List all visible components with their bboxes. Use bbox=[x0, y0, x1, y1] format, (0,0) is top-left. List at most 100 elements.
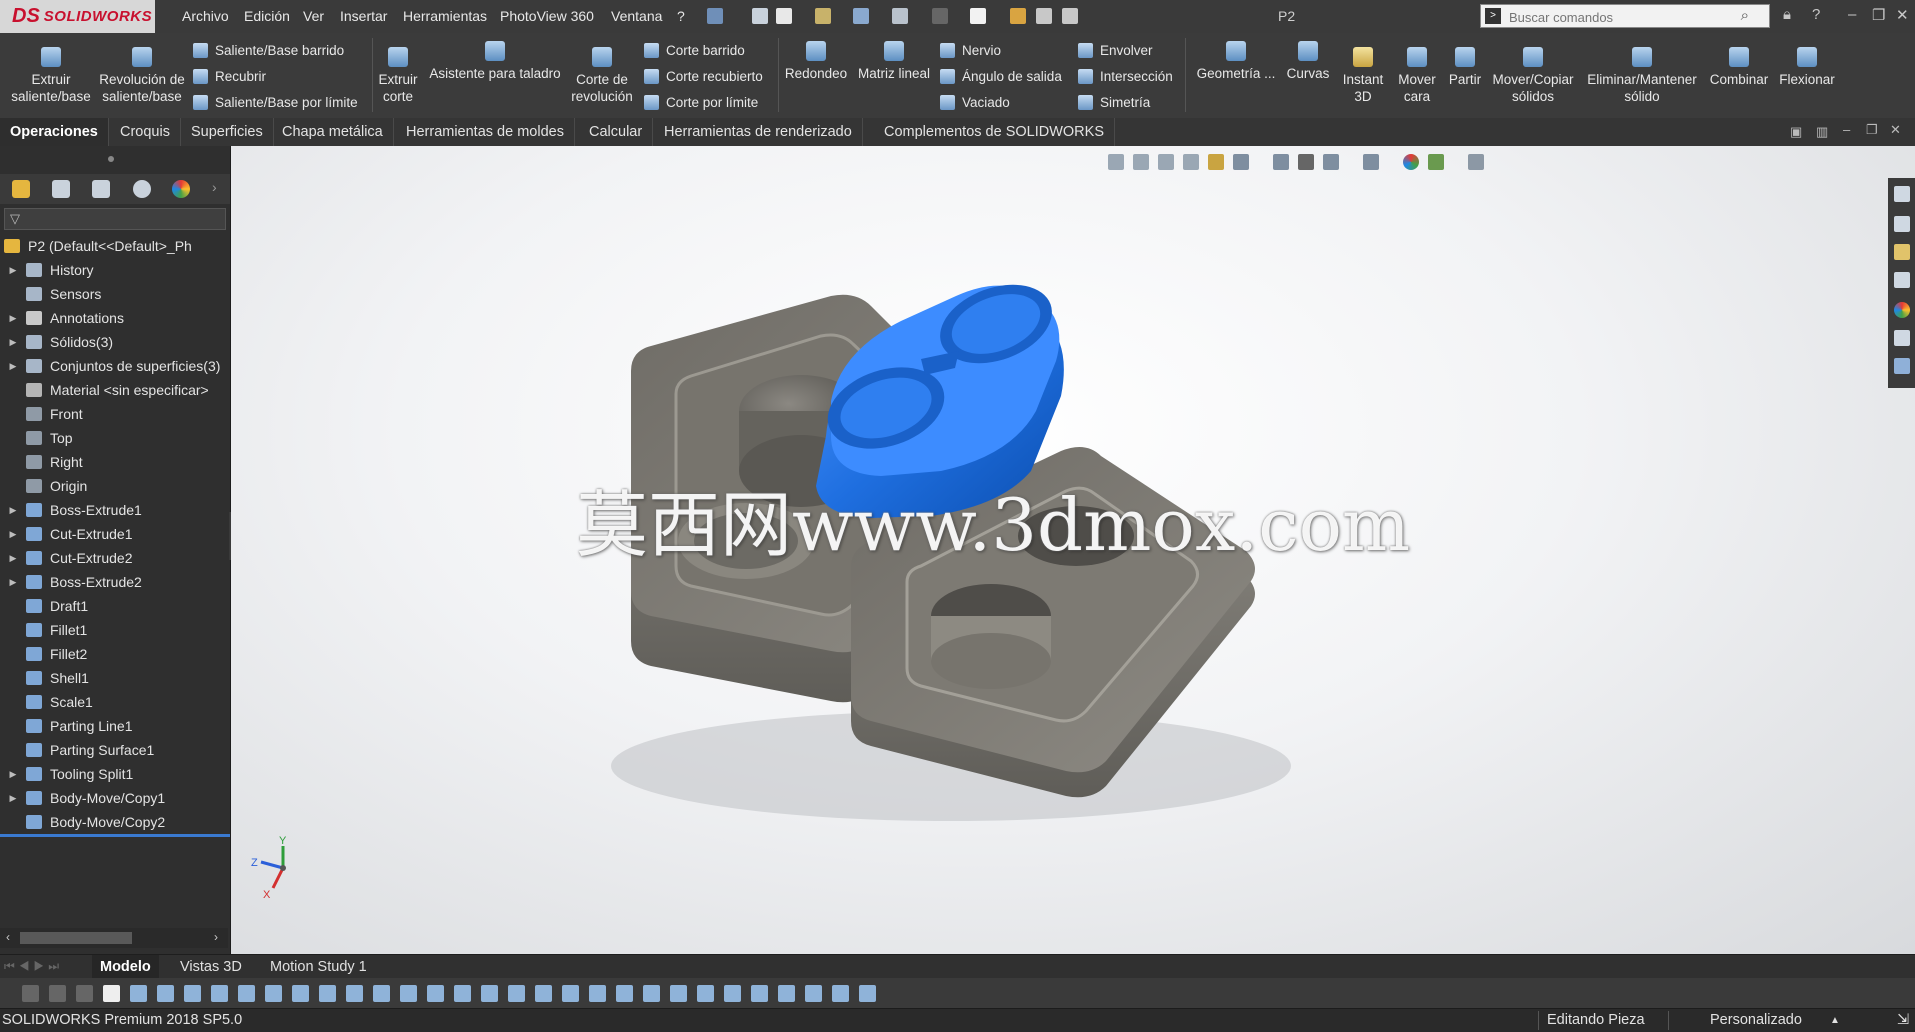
menu-ventana[interactable]: Ventana bbox=[611, 8, 662, 24]
selection-filter-icon[interactable] bbox=[400, 985, 417, 1002]
save-icon[interactable] bbox=[853, 8, 869, 24]
doc-minimize-icon[interactable]: – bbox=[1843, 122, 1850, 137]
custom-properties-icon[interactable] bbox=[1894, 330, 1910, 346]
tab-complementos[interactable]: Complementos de SOLIDWORKS bbox=[874, 118, 1115, 146]
tree-item[interactable]: ▶ Boss-Extrude1 bbox=[0, 498, 230, 522]
selection-filter-icon[interactable] bbox=[319, 985, 336, 1002]
chevron-up-icon[interactable]: ▲ bbox=[1830, 1015, 1840, 1026]
print-icon[interactable] bbox=[892, 8, 908, 24]
extruir-saliente-button[interactable]: Extruir saliente/base bbox=[8, 47, 94, 105]
selection-filter-icon[interactable] bbox=[427, 985, 444, 1002]
partir-button[interactable]: Partir bbox=[1442, 47, 1488, 88]
tab-herramientas-moldes[interactable]: Herramientas de moldes bbox=[396, 118, 575, 146]
open-folder-icon[interactable] bbox=[815, 8, 831, 24]
selection-filter-icon[interactable] bbox=[724, 985, 741, 1002]
forum-icon[interactable] bbox=[1894, 358, 1910, 374]
expand-arrow-icon[interactable]: ▶ bbox=[6, 361, 20, 372]
graphics-area[interactable]: Y Z X 莫西网www.3dmox.com bbox=[231, 146, 1915, 954]
tree-item[interactable]: Top bbox=[0, 426, 230, 450]
tree-item[interactable]: Parting Line1 bbox=[0, 714, 230, 738]
tab-modelo[interactable]: Modelo bbox=[92, 955, 159, 979]
tree-item[interactable]: Front bbox=[0, 402, 230, 426]
status-settings-icon[interactable]: ⇲ bbox=[1897, 1012, 1909, 1028]
menu-ver[interactable]: Ver bbox=[303, 8, 324, 24]
tree-item[interactable]: ▶ Annotations bbox=[0, 306, 230, 330]
tab-calcular[interactable]: Calcular bbox=[579, 118, 654, 146]
tree-item[interactable]: Parting Surface1 bbox=[0, 738, 230, 762]
selection-filter-icon[interactable] bbox=[616, 985, 633, 1002]
tree-item[interactable]: ▶ Cut-Extrude2 bbox=[0, 546, 230, 570]
appearances-icon[interactable] bbox=[1894, 302, 1910, 318]
selection-filter-icon[interactable] bbox=[184, 985, 201, 1002]
tree-item[interactable]: Right bbox=[0, 450, 230, 474]
curvas-button[interactable]: Curvas bbox=[1284, 41, 1332, 82]
revolucion-saliente-button[interactable]: Revolución de saliente/base bbox=[97, 47, 187, 105]
combinar-button[interactable]: Combinar bbox=[1704, 47, 1774, 88]
undo-icon[interactable] bbox=[932, 8, 948, 24]
selection-filter-icon[interactable] bbox=[643, 985, 660, 1002]
selection-filter-icon[interactable] bbox=[373, 985, 390, 1002]
split-view-icon[interactable]: ▥ bbox=[1816, 124, 1828, 140]
instant3d-button[interactable]: Instant 3D bbox=[1338, 47, 1388, 105]
selection-filter-icon[interactable] bbox=[103, 985, 120, 1002]
redondeo-button[interactable]: Redondeo bbox=[780, 41, 852, 82]
selection-filter-icon[interactable] bbox=[589, 985, 606, 1002]
minimize-icon[interactable]: – bbox=[1848, 6, 1856, 23]
extruir-corte-button[interactable]: Extruir corte bbox=[372, 47, 424, 105]
tab-chapa-metalica[interactable]: Chapa metálica bbox=[272, 118, 394, 146]
rebuild-icon[interactable] bbox=[1010, 8, 1026, 24]
geometria-referencia-button[interactable]: Geometría ... bbox=[1190, 41, 1282, 82]
home-icon[interactable] bbox=[752, 8, 768, 24]
tree-item[interactable]: ▶ History bbox=[0, 258, 230, 282]
menu-insertar[interactable]: Insertar bbox=[340, 8, 387, 24]
tree-item[interactable]: ▶ Tooling Split1 bbox=[0, 762, 230, 786]
corte-limite-button[interactable]: Corte por límite bbox=[644, 95, 758, 110]
tree-item[interactable]: Sensors bbox=[0, 282, 230, 306]
close-icon[interactable]: ✕ bbox=[1896, 6, 1909, 24]
doc-close-icon[interactable]: ✕ bbox=[1890, 122, 1901, 138]
tab-operaciones[interactable]: Operaciones bbox=[0, 118, 109, 146]
selection-filter-icon[interactable] bbox=[157, 985, 174, 1002]
tile-icon[interactable]: ▣ bbox=[1790, 124, 1802, 140]
angulo-salida-button[interactable]: Ángulo de salida bbox=[940, 69, 1062, 84]
asistente-taladro-button[interactable]: Asistente para taladro bbox=[425, 41, 565, 82]
expand-arrow-icon[interactable]: ▶ bbox=[6, 313, 20, 324]
search-icon[interactable]: ⌕ bbox=[1741, 7, 1749, 24]
tree-item[interactable]: Scale1 bbox=[0, 690, 230, 714]
simetria-button[interactable]: Simetría bbox=[1078, 95, 1150, 110]
feature-manager-icon[interactable] bbox=[12, 180, 30, 198]
interseccion-button[interactable]: Intersección bbox=[1078, 69, 1173, 84]
selection-filter-icon[interactable] bbox=[832, 985, 849, 1002]
pin-icon[interactable] bbox=[707, 8, 723, 24]
selection-filter-icon[interactable] bbox=[76, 985, 93, 1002]
expand-arrow-icon[interactable]: ▶ bbox=[6, 553, 20, 564]
tree-horizontal-scrollbar[interactable]: ‹ › bbox=[0, 928, 228, 948]
tree-item[interactable]: ▶ Sólidos(3) bbox=[0, 330, 230, 354]
selection-filter-icon[interactable] bbox=[751, 985, 768, 1002]
nervio-button[interactable]: Nervio bbox=[940, 43, 1001, 58]
tree-root-part[interactable]: P2 (Default<<Default>_Ph bbox=[0, 234, 230, 258]
flexionar-button[interactable]: Flexionar bbox=[1774, 47, 1840, 88]
corte-recubierto-button[interactable]: Corte recubierto bbox=[644, 69, 763, 84]
tab-herramientas-renderizado[interactable]: Herramientas de renderizado bbox=[654, 118, 863, 146]
menu-help[interactable]: ? bbox=[677, 8, 685, 24]
corte-barrido-button[interactable]: Corte barrido bbox=[644, 43, 745, 58]
selection-filter-icon[interactable] bbox=[238, 985, 255, 1002]
view-palette-icon[interactable] bbox=[1894, 272, 1910, 288]
tab-navigation-arrows[interactable]: ⏮◀▶⏭ bbox=[4, 959, 63, 974]
eliminar-mantener-solido-button[interactable]: Eliminar/Mantener sólido bbox=[1580, 47, 1704, 105]
selection-filter-icon[interactable] bbox=[481, 985, 498, 1002]
units-customize[interactable]: Personalizado bbox=[1710, 1012, 1802, 1028]
tree-item[interactable]: Fillet1 bbox=[0, 618, 230, 642]
menu-edicion[interactable]: Edición bbox=[244, 8, 290, 24]
vaciado-button[interactable]: Vaciado bbox=[940, 95, 1010, 110]
selection-filter-icon[interactable] bbox=[697, 985, 714, 1002]
tree-item[interactable]: Shell1 bbox=[0, 666, 230, 690]
expand-arrow-icon[interactable]: ▶ bbox=[6, 769, 20, 780]
restore-icon[interactable]: ❐ bbox=[1872, 6, 1885, 24]
search-input[interactable] bbox=[1507, 7, 1731, 27]
expand-arrow-icon[interactable]: ▶ bbox=[6, 793, 20, 804]
select-arrow-icon[interactable] bbox=[970, 8, 986, 24]
options-gear-icon[interactable] bbox=[1062, 8, 1078, 24]
selection-filter-icon[interactable] bbox=[535, 985, 552, 1002]
